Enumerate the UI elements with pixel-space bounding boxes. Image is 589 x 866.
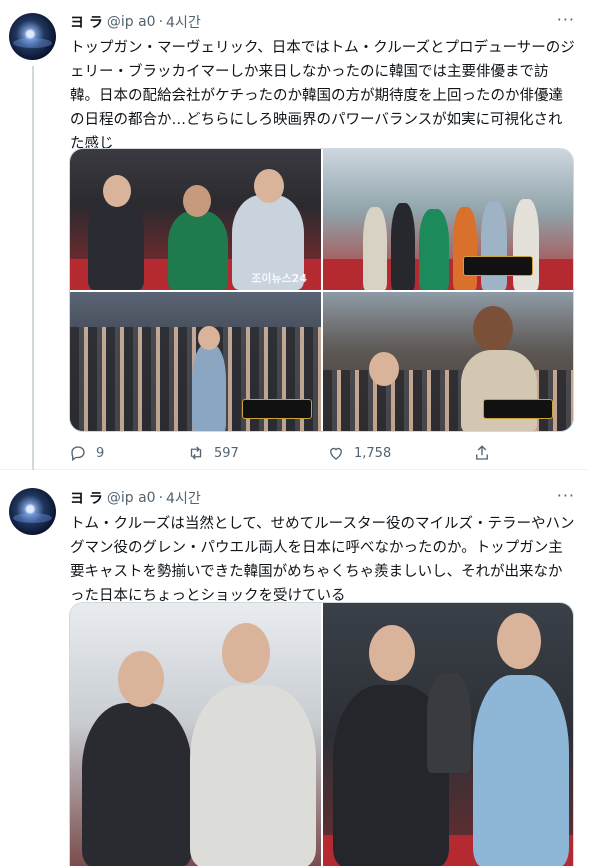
photo-crowd-fan-meet[interactable] [70, 292, 321, 431]
retweet-button[interactable]: 597 [187, 444, 239, 462]
author-handle[interactable]: @ip a0 [107, 490, 156, 506]
figure-shape [82, 703, 192, 866]
retweet-icon [190, 446, 202, 460]
tweet-header: ヨ ラ @ip a0 · 4시간 [70, 488, 201, 508]
media-grid [69, 602, 574, 866]
figure-shape [363, 207, 387, 290]
figure-head [369, 352, 399, 386]
reply-count: 9 [96, 445, 105, 461]
heart-icon [330, 447, 342, 460]
figure-shape [391, 203, 415, 290]
figure-head [222, 623, 270, 683]
thread-connector-line [32, 66, 34, 470]
figure-head [254, 169, 284, 203]
photo-selfie-with-fans[interactable] [323, 292, 573, 431]
photo-red-carpet-trio[interactable]: 조이뉴스24 [70, 149, 321, 290]
figure-shape [419, 209, 449, 290]
media-grid: 조이뉴스24 [69, 148, 574, 432]
figure-shape [473, 675, 569, 866]
tweet-text: トップガン・マーヴェリック、日本ではトム・クルーズとプロデューサーのジェリー・ブ… [70, 40, 575, 152]
figure-head [497, 613, 541, 669]
separator: · [158, 490, 164, 506]
figure-head [473, 306, 513, 352]
photo-finger-heart-duo[interactable] [70, 603, 321, 866]
author-name[interactable]: ヨ ラ [70, 12, 103, 32]
author-name[interactable]: ヨ ラ [70, 488, 103, 508]
author-handle[interactable]: @ip a0 [107, 14, 156, 30]
figure-shape [88, 197, 144, 290]
figure-shape [453, 207, 477, 290]
more-options-icon[interactable]: ··· [557, 486, 575, 505]
reply-button[interactable]: 9 [69, 444, 104, 462]
separator: · [158, 14, 164, 30]
figure-shape [192, 344, 226, 431]
event-banner [483, 399, 553, 419]
retweet-count: 597 [214, 445, 239, 461]
figure-shape [461, 350, 537, 431]
figure-shape [481, 201, 507, 290]
figure-head [118, 651, 164, 707]
figure-head [183, 185, 211, 217]
tweet[interactable]: ヨ ラ @ip a0 · 4시간 ··· トム・クルーズは当然として、せめてルー… [0, 476, 589, 866]
photo-handshake-red-carpet[interactable] [323, 603, 573, 866]
photo-watermark: 조이뉴스24 [251, 272, 307, 285]
more-options-icon[interactable]: ··· [557, 10, 575, 29]
figure-shape [168, 211, 228, 290]
figure-head [103, 175, 131, 207]
avatar[interactable] [9, 488, 56, 535]
figure-shape [427, 673, 471, 773]
tweet-text: トム・クルーズは当然として、せめてルースター役のマイルズ・テラーやハングマン役の… [70, 516, 575, 604]
timestamp[interactable]: 4시간 [166, 12, 201, 32]
share-button[interactable] [473, 444, 500, 462]
event-banner [242, 399, 312, 419]
photo-red-carpet-group[interactable] [323, 149, 573, 290]
tweet[interactable]: ヨ ラ @ip a0 · 4시간 ··· トップガン・マーヴェリック、日本ではト… [0, 0, 589, 470]
like-count: 1,758 [354, 445, 392, 461]
tweet-actions: 9 597 1,758 [69, 444, 499, 466]
figure-head [369, 625, 415, 681]
timestamp[interactable]: 4시간 [166, 488, 201, 508]
avatar[interactable] [9, 13, 56, 60]
like-button[interactable]: 1,758 [327, 444, 391, 462]
share-icon [476, 445, 488, 460]
event-banner [463, 256, 533, 276]
figure-head [198, 326, 220, 350]
tweet-header: ヨ ラ @ip a0 · 4시간 [70, 12, 201, 32]
reply-icon [71, 446, 85, 462]
figure-shape [513, 199, 539, 290]
figure-shape [190, 685, 316, 866]
